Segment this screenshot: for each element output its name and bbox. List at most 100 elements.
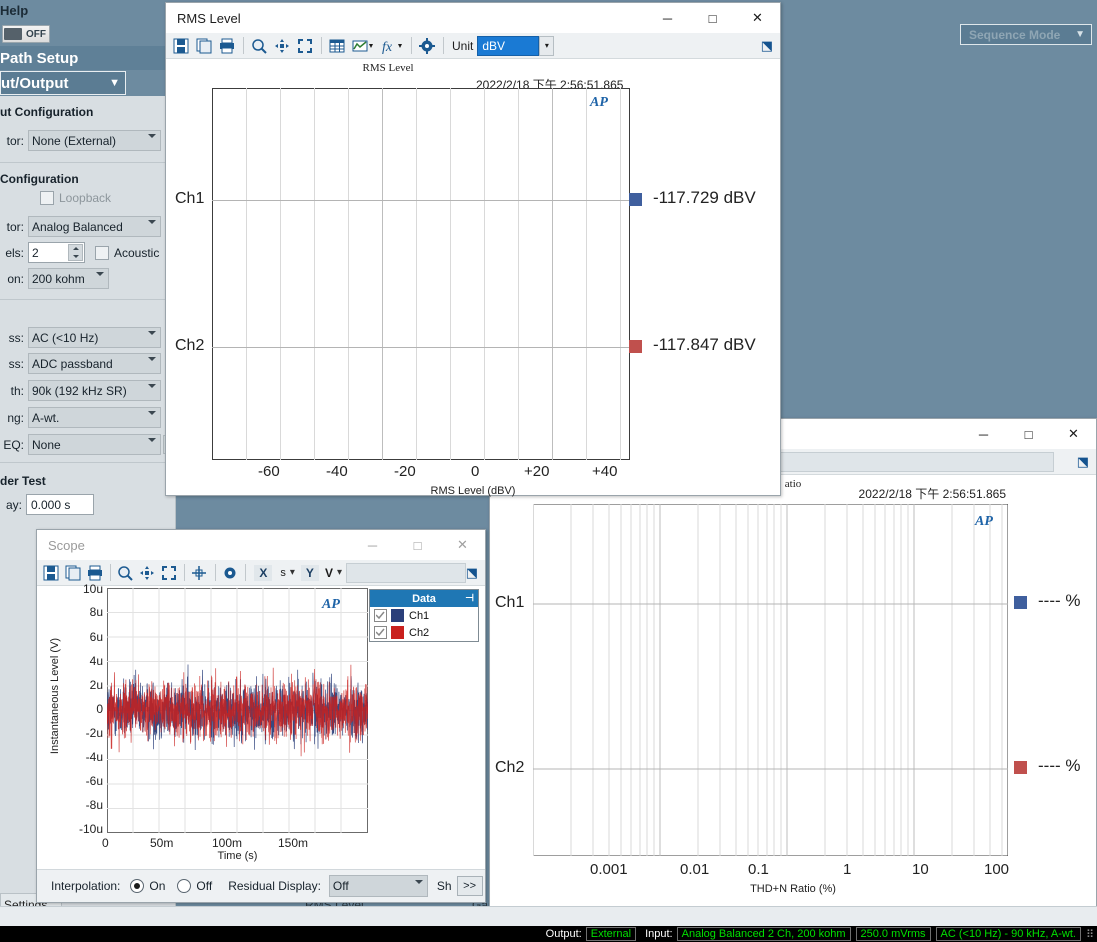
interpolation-on-radio[interactable]: On xyxy=(130,879,165,893)
fit-icon[interactable] xyxy=(294,35,316,56)
save-icon[interactable] xyxy=(170,35,192,56)
channels-spinner[interactable]: 2 xyxy=(28,242,85,263)
field-label-connector-in: tor: xyxy=(6,219,24,234)
scope-maximize-button[interactable]: □ xyxy=(395,530,440,560)
pin-icon[interactable]: ⊣ xyxy=(465,593,474,604)
chevron-down-icon[interactable]: ▾ xyxy=(290,567,295,578)
rms-level-window[interactable]: RMS Level ─ □ ✕ fx Unit dBV ▾ ⬔ RMS Leve… xyxy=(165,2,781,497)
connector-input-dropdown[interactable]: Analog Balanced xyxy=(28,216,161,237)
rms-toolbar[interactable]: fx Unit dBV ▾ ⬔ xyxy=(166,33,780,59)
zoom-icon[interactable] xyxy=(115,562,136,583)
scope-y-unit: V xyxy=(324,565,333,580)
thdn-close-button[interactable]: ✕ xyxy=(1051,419,1096,449)
spinner-up-icon[interactable] xyxy=(72,247,79,251)
loopback-checkbox[interactable] xyxy=(40,191,54,205)
scope-legend-item-ch2[interactable]: Ch2 xyxy=(370,624,478,641)
pan-icon[interactable] xyxy=(137,562,158,583)
fit-icon[interactable] xyxy=(158,562,179,583)
scope-legend-item-ch1[interactable]: Ch1 xyxy=(370,607,478,624)
scope-legend-label-ch2: Ch2 xyxy=(409,626,430,639)
chevron-down-icon[interactable]: ▾ xyxy=(337,567,342,578)
thdn-ch1-label: Ch1 xyxy=(495,594,525,611)
rms-plot-area xyxy=(212,88,630,460)
rms-x-axis-label: RMS Level (dBV) xyxy=(430,485,516,497)
svg-text:fx: fx xyxy=(382,40,393,54)
path-selector-dropdown[interactable]: ut/Output ▼ xyxy=(0,71,126,95)
table-icon[interactable] xyxy=(326,35,348,56)
copy-icon[interactable] xyxy=(63,562,84,583)
sequence-mode-dropdown[interactable]: Sequence Mode ▼ xyxy=(960,24,1092,45)
unit-dropdown-arrow[interactable]: ▾ xyxy=(539,35,555,56)
spinner-down-icon[interactable] xyxy=(72,254,79,258)
lowpass-value: ADC passband xyxy=(32,356,113,371)
save-icon[interactable] xyxy=(41,562,62,583)
rms-title-bar[interactable]: RMS Level ─ □ ✕ xyxy=(166,3,780,33)
ap-logo-icon: AP xyxy=(590,95,608,110)
copy-icon[interactable] xyxy=(193,35,215,56)
interpolation-on-label: On xyxy=(149,879,166,893)
termination-dropdown[interactable]: 200 kohm xyxy=(28,268,109,289)
popout-icon[interactable]: ⬔ xyxy=(466,565,478,581)
scope-toolbar[interactable]: X s ▾ Y V ▾ ⬔ xyxy=(37,560,485,586)
scope-legend[interactable]: Data ⊣ Ch1 Ch2 xyxy=(369,589,479,642)
scope-ytick-2u: 2u xyxy=(89,678,103,692)
print-icon[interactable] xyxy=(84,562,105,583)
scope-xtick-50m: 50m xyxy=(150,836,174,850)
residual-display-dropdown[interactable]: Off xyxy=(328,875,428,897)
rms-ch1-swatch xyxy=(629,193,642,206)
scope-title-bar[interactable]: Scope ─ □ ✕ xyxy=(37,530,485,560)
print-icon[interactable] xyxy=(216,35,238,56)
graph-icon[interactable] xyxy=(349,35,377,56)
acoustic-label: Acoustic xyxy=(114,245,160,260)
scope-x-axis-button[interactable]: X xyxy=(254,564,273,581)
scope-legend-swatch-ch2 xyxy=(391,626,404,639)
thdn-maximize-button[interactable]: □ xyxy=(1006,419,1051,449)
menu-item-help[interactable]: Help xyxy=(0,3,28,18)
field-label-termination: on: xyxy=(7,271,24,286)
acoustic-checkbox[interactable] xyxy=(95,245,109,260)
chevron-down-icon: ▼ xyxy=(109,77,120,89)
generator-on-off-toggle[interactable]: OFF xyxy=(2,25,50,43)
scope-more-button[interactable]: >> xyxy=(456,876,483,896)
scope-legend-checkbox-ch1[interactable] xyxy=(374,609,387,622)
pan-icon[interactable] xyxy=(271,35,293,56)
unit-select[interactable]: dBV xyxy=(477,35,540,56)
spinner-buttons[interactable] xyxy=(68,244,83,261)
field-label-bandwidth: th: xyxy=(10,383,24,398)
settings-icon[interactable] xyxy=(416,35,438,56)
scope-close-button[interactable]: ✕ xyxy=(440,530,485,560)
rms-close-button[interactable]: ✕ xyxy=(735,3,780,33)
settings-icon[interactable] xyxy=(220,562,241,583)
lowpass-dropdown[interactable]: ADC passband xyxy=(28,353,161,374)
scope-legend-checkbox-ch2[interactable] xyxy=(374,626,387,639)
thdn-toolbar-field[interactable] xyxy=(775,451,1055,472)
scope-ytick-neg2u: -2u xyxy=(85,726,103,740)
residual-display-value: Off xyxy=(332,879,349,893)
connector-output-dropdown[interactable]: None (External) xyxy=(28,130,161,151)
scope-legend-swatch-ch1 xyxy=(391,609,404,622)
popout-icon[interactable]: ⬔ xyxy=(1077,454,1089,470)
popout-icon[interactable]: ⬔ xyxy=(761,38,773,54)
scope-xtick-150m: 150m xyxy=(278,836,309,850)
rms-minimize-button[interactable]: ─ xyxy=(645,3,690,33)
sequence-mode-label: Sequence Mode xyxy=(969,27,1061,42)
crosshair-icon[interactable] xyxy=(189,562,210,583)
function-icon[interactable]: fx xyxy=(378,35,406,56)
rms-ch1-readout: -117.729 dBV xyxy=(653,188,756,207)
thdn-xtick-4: 10 xyxy=(912,861,929,878)
scope-toolbar-field[interactable] xyxy=(345,562,466,583)
status-filter-value: AC (<10 Hz) - 90 kHz, A-wt. xyxy=(935,927,1081,941)
scope-window[interactable]: Scope ─ □ ✕ X s ▾ Y V ▾ ⬔ Instantaneous … xyxy=(36,529,486,903)
scope-minimize-button[interactable]: ─ xyxy=(350,530,395,560)
rms-maximize-button[interactable]: □ xyxy=(690,3,735,33)
zoom-icon[interactable] xyxy=(248,35,270,56)
bandwidth-dropdown[interactable]: 90k (192 kHz SR) xyxy=(28,380,161,401)
scope-y-axis-button[interactable]: Y xyxy=(300,564,319,581)
weighting-dropdown[interactable]: A-wt. xyxy=(28,407,161,428)
eq-dropdown[interactable]: None xyxy=(28,434,161,455)
interpolation-off-radio[interactable]: Off xyxy=(177,879,212,893)
resize-grip-icon[interactable]: ⠿ xyxy=(1086,928,1094,941)
thdn-minimize-button[interactable]: ─ xyxy=(961,419,1006,449)
delay-input[interactable]: 0.000 s xyxy=(26,494,94,515)
highpass-dropdown[interactable]: AC (<10 Hz) xyxy=(28,327,161,348)
